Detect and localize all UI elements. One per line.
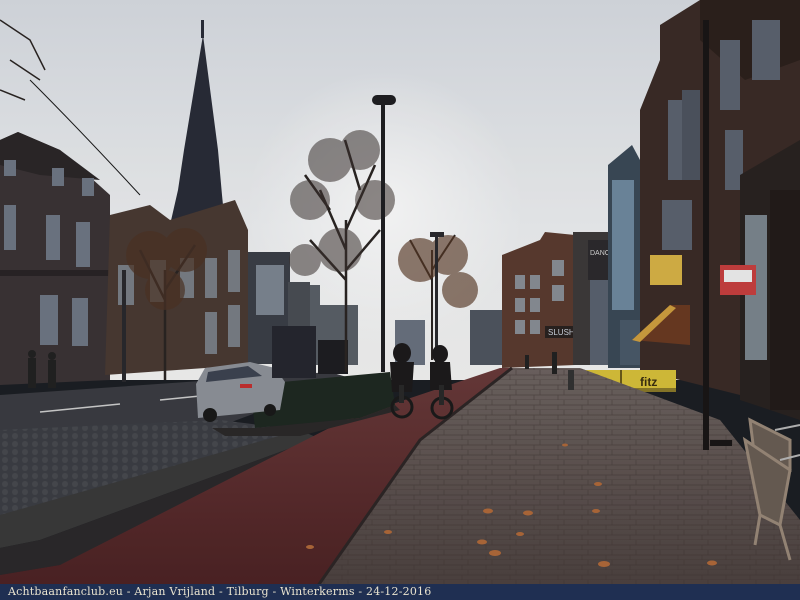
street-photo: SLUSH DANCE fitz — [0, 0, 800, 600]
photo-caption: Achtbaanfanclub.eu - Arjan Vrijland - Ti… — [0, 584, 800, 600]
